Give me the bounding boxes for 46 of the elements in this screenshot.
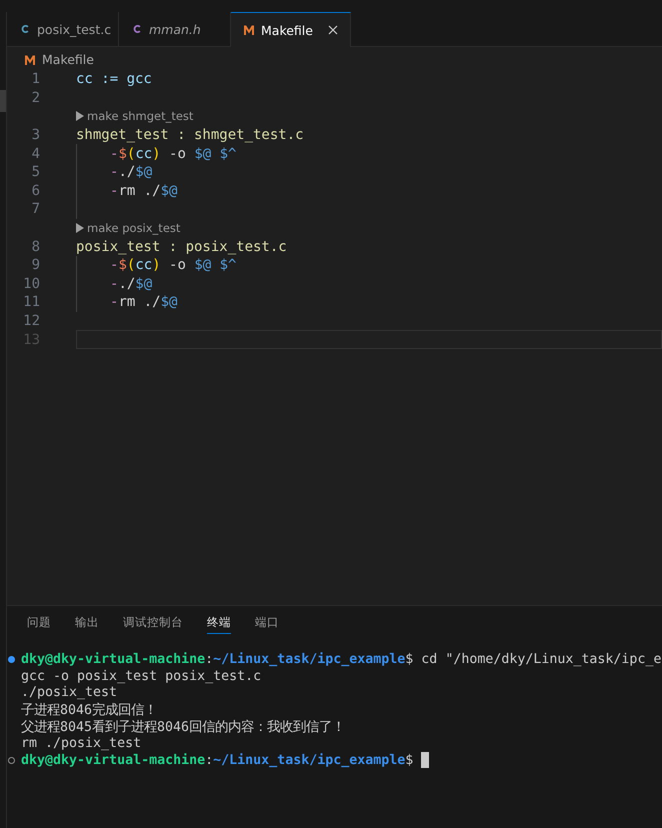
c-file-icon <box>131 23 143 35</box>
play-icon <box>76 111 84 122</box>
code-line: -./$@ <box>110 276 152 292</box>
code-line: cc := gcc <box>76 71 152 88</box>
editor-tab[interactable]: posix_test.c <box>7 12 119 46</box>
run-codelens[interactable]: make shmget_test <box>76 109 194 124</box>
line-number: 3 <box>30 127 41 144</box>
code-line: -./$@ <box>110 164 152 180</box>
editor-tab[interactable]: Makefile <box>231 12 351 47</box>
terminal-prompt: dky@dky-virtual-machine:~/Linux_task/ipc_example$ cd "/home/dky/Linux_task/ipc_e <box>21 652 662 667</box>
breadcrumb-item[interactable]: Makefile <box>42 52 94 67</box>
code-line: shmget_test : shmget_test.c <box>76 127 304 144</box>
line-number: 4 <box>30 146 41 162</box>
play-icon <box>76 223 84 234</box>
m-file-icon <box>243 24 255 36</box>
line-number: 1 <box>30 71 41 88</box>
close-icon[interactable] <box>328 25 338 35</box>
terminal-output: 子进程8046完成回信！ <box>21 702 158 719</box>
terminal-output: gcc -o posix_test posix_test.c <box>21 668 262 684</box>
panel-tab[interactable]: 终端 <box>207 615 231 634</box>
c-file-icon <box>19 23 31 35</box>
line-number: 7 <box>30 201 41 218</box>
line-number: 2 <box>30 90 41 106</box>
terminal-prompt: dky@dky-virtual-machine:~/Linux_task/ipc_example$ <box>21 752 414 768</box>
code-line: -rm ./$@ <box>110 294 178 310</box>
line-number: 8 <box>30 238 41 255</box>
run-codelens[interactable]: make posix_test <box>76 221 180 236</box>
terminal-output: ./posix_test <box>21 685 118 700</box>
line-number: 9 <box>30 257 41 274</box>
panel-tab[interactable]: 输出 <box>75 615 99 633</box>
code-line: -$(cc) -o $@ $^ <box>110 257 236 274</box>
code-line: -$(cc) -o $@ $^ <box>110 146 236 162</box>
m-file-icon <box>24 54 36 66</box>
terminal-output: rm ./posix_test <box>21 736 142 751</box>
scroll-marker <box>0 90 6 112</box>
line-number: 10 <box>22 276 41 292</box>
panel-tab[interactable]: 端口 <box>255 615 279 633</box>
panel-tab[interactable]: 调试控制台 <box>123 615 183 633</box>
panel-tab[interactable]: 问题 <box>27 615 51 633</box>
line-number: 11 <box>22 294 41 310</box>
line-number: 6 <box>30 182 41 199</box>
line-number: 12 <box>22 313 41 330</box>
line-number: 5 <box>30 164 41 180</box>
code-line: -rm ./$@ <box>110 182 178 199</box>
code-line: posix_test : posix_test.c <box>76 238 287 255</box>
terminal-output: 父进程8045看到子进程8046回信的内容：我收到信了！ <box>21 718 346 736</box>
